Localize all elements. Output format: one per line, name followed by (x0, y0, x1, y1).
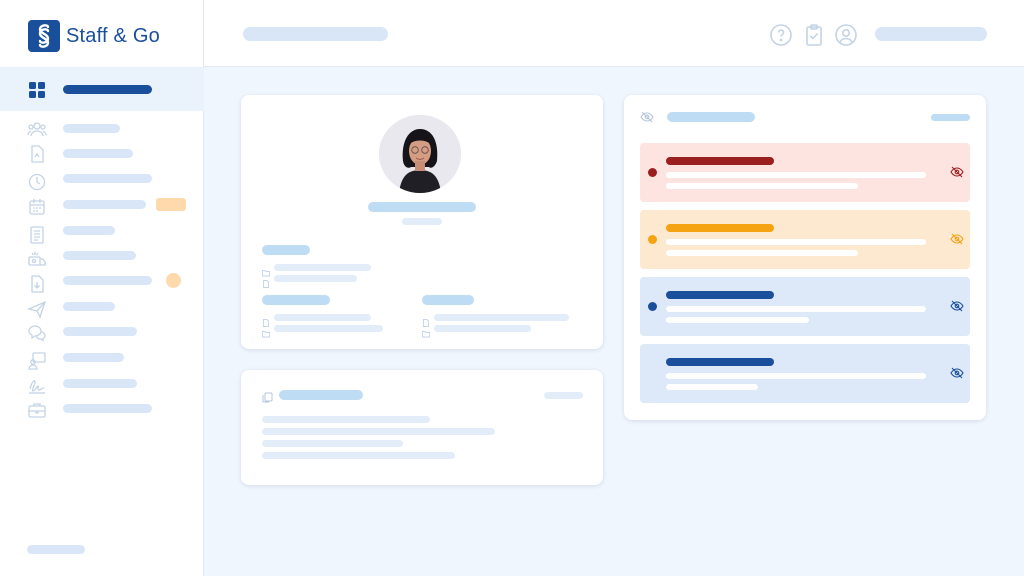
alert-title-placeholder (666, 224, 774, 232)
page-title-placeholder (243, 27, 388, 41)
file-icon (422, 314, 430, 327)
notes-line-placeholder (262, 428, 495, 435)
detail-line-placeholder (274, 264, 371, 271)
notes-line-placeholder (262, 440, 403, 447)
alert-line-placeholder (666, 239, 926, 245)
alert-warning[interactable] (640, 210, 970, 269)
top-header (204, 0, 1024, 67)
alert-title-placeholder (666, 358, 774, 366)
eye-off-icon[interactable] (950, 165, 964, 179)
sidebar-item-label[interactable] (63, 124, 120, 133)
alert-title-placeholder (666, 157, 774, 165)
clipboard-check-icon[interactable] (802, 23, 826, 47)
sidebar-item-label[interactable] (63, 276, 152, 285)
alert-error-icon (648, 168, 657, 177)
detail-line-placeholder (434, 325, 531, 332)
notes-card (241, 370, 603, 485)
sidebar-item-label-active (63, 85, 152, 94)
detail-line-placeholder (274, 314, 371, 321)
chat-bubbles-icon[interactable] (27, 323, 47, 343)
alert-line-placeholder (666, 306, 926, 312)
notes-title-placeholder (279, 390, 363, 400)
section-heading-placeholder (262, 245, 310, 255)
eye-off-icon[interactable] (950, 366, 964, 380)
eye-off-icon[interactable] (640, 110, 654, 124)
file-icon (262, 275, 270, 288)
alert-title-placeholder (666, 291, 774, 299)
alert-info[interactable] (640, 277, 970, 336)
section-heading-placeholder (262, 295, 330, 305)
sidebar-footer-link[interactable] (27, 545, 85, 554)
sidebar-item-label[interactable] (63, 226, 115, 235)
folder-icon (262, 325, 270, 338)
brand-name: Staff & Go (66, 24, 160, 47)
alert-line-placeholder (666, 172, 926, 178)
profile-role-placeholder (402, 218, 442, 225)
alert-line-placeholder (666, 384, 758, 390)
nav-dot-badge (166, 273, 181, 288)
sidebar-item-label[interactable] (63, 353, 124, 362)
sidebar-item-label[interactable] (63, 327, 137, 336)
alert-warning-icon (648, 235, 657, 244)
alert-neutral[interactable] (640, 344, 970, 403)
document-file-icon[interactable] (27, 144, 47, 164)
detail-line-placeholder (434, 314, 569, 321)
team-users-icon[interactable] (27, 119, 47, 139)
alerts-title-placeholder (667, 112, 755, 122)
alert-line-placeholder (666, 317, 809, 323)
sidebar-item-label[interactable] (63, 302, 115, 311)
signature-icon[interactable] (27, 375, 47, 395)
notes-line-placeholder (262, 452, 455, 459)
profile-card (241, 95, 603, 349)
detail-line-placeholder (274, 325, 383, 332)
help-circle-icon[interactable] (769, 23, 793, 47)
logo-mark-icon (28, 20, 60, 52)
calendar-icon[interactable] (27, 197, 47, 217)
copy-icon[interactable] (262, 390, 273, 403)
alert-error[interactable] (640, 143, 970, 202)
list-document-icon[interactable] (27, 225, 47, 245)
sidebar-item-label[interactable] (63, 200, 146, 209)
file-download-icon[interactable] (27, 274, 47, 294)
presentation-user-icon[interactable] (27, 351, 47, 371)
sidebar-item-label[interactable] (63, 404, 152, 413)
send-paper-plane-icon[interactable] (26, 299, 47, 319)
sidebar-item-label[interactable] (63, 251, 136, 260)
alerts-card (624, 95, 986, 420)
money-truck-icon[interactable] (27, 249, 47, 269)
alert-line-placeholder (666, 373, 926, 379)
notes-action-link[interactable] (544, 392, 583, 399)
section-heading-placeholder (422, 295, 474, 305)
clock-icon[interactable] (27, 172, 47, 192)
profile-name-placeholder (368, 202, 476, 212)
sidebar-item-label[interactable] (63, 149, 133, 158)
dashboard-grid-icon[interactable] (27, 80, 47, 100)
briefcase-icon[interactable] (27, 400, 47, 420)
alerts-action-link[interactable] (931, 114, 970, 121)
user-account-icon[interactable] (834, 23, 858, 47)
sidebar-item-label[interactable] (63, 174, 152, 183)
eye-off-icon[interactable] (950, 232, 964, 246)
brand-logo[interactable]: Staff & Go (28, 20, 160, 52)
detail-line-placeholder (274, 275, 357, 282)
file-icon (262, 314, 270, 327)
avatar[interactable] (379, 115, 461, 193)
alert-line-placeholder (666, 250, 858, 256)
folder-icon (422, 325, 430, 338)
folder-icon (262, 264, 270, 277)
alert-line-placeholder (666, 183, 858, 189)
alert-info-icon (648, 302, 657, 311)
sidebar: Staff & Go (0, 0, 204, 576)
eye-off-icon[interactable] (950, 299, 964, 313)
notes-line-placeholder (262, 416, 430, 423)
nav-badge (156, 198, 186, 211)
sidebar-item-label[interactable] (63, 379, 137, 388)
user-name-placeholder[interactable] (875, 27, 987, 41)
